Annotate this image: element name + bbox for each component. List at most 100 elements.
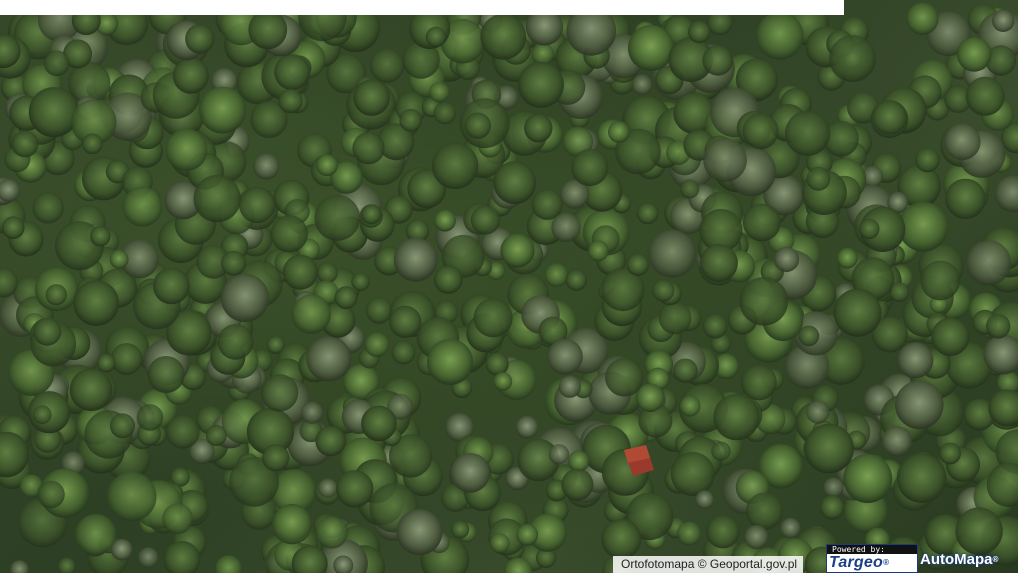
tree-crown <box>217 324 254 360</box>
tree-crown <box>96 353 116 373</box>
tree-crown <box>881 426 913 457</box>
tree-crown <box>364 332 390 358</box>
targeo-logo[interactable]: Targeo® <box>829 554 889 572</box>
tree-crown <box>773 246 800 272</box>
tree-crown <box>75 513 117 556</box>
tree-crown <box>568 450 590 472</box>
tree-crown <box>515 415 539 439</box>
map-viewport[interactable]: Ortofotomapa © Geoportal.gov.pl Powered … <box>0 0 1018 573</box>
tree-crown <box>185 24 215 54</box>
tree-crown <box>434 209 456 232</box>
tree-crown <box>895 380 944 430</box>
tree-crown <box>57 557 76 573</box>
tree-crown <box>820 495 845 520</box>
tree-crown <box>956 37 992 72</box>
tree-crown <box>165 128 208 171</box>
automapa-logo[interactable]: AutoMapa® <box>920 550 998 570</box>
tree-crown <box>122 186 163 227</box>
tree-crown <box>270 215 308 253</box>
tree-crown <box>829 35 876 82</box>
tree-crown <box>872 100 907 135</box>
tree-crown <box>451 520 470 539</box>
tree-crown <box>544 263 569 287</box>
tree-crown <box>464 112 491 139</box>
tree-crown <box>239 186 276 224</box>
tree-crown <box>314 195 361 241</box>
tree-crown <box>291 294 331 334</box>
tree-crown <box>945 178 986 219</box>
tree-crown <box>1 216 25 239</box>
tree-crown <box>69 368 113 412</box>
tree-crown <box>274 54 311 91</box>
tree-crown <box>742 203 781 242</box>
tree-crown <box>248 10 288 50</box>
brand-logos[interactable]: Powered by: Targeo® AutoMapa® <box>826 544 1018 573</box>
tree-crown <box>713 394 760 441</box>
tree-crown <box>473 298 513 338</box>
tree-crown <box>939 442 961 465</box>
tree-crown <box>658 301 692 335</box>
tree-crown <box>706 515 740 549</box>
tree-crown <box>480 13 527 60</box>
tree-crown <box>547 338 583 375</box>
tree-crown <box>45 284 67 306</box>
tree-crown <box>994 175 1018 212</box>
tree-crown <box>920 260 961 301</box>
top-bar <box>0 0 844 15</box>
tree-crown <box>608 121 630 143</box>
tree-crown <box>429 81 450 103</box>
tree-crown <box>221 250 246 276</box>
tree-crown <box>517 61 564 108</box>
tree-crown <box>162 503 193 534</box>
tree-crown <box>391 340 416 365</box>
tree-crown <box>804 423 854 474</box>
tree-crown <box>28 87 79 138</box>
tree-crown <box>33 317 62 346</box>
tree-crown <box>166 415 200 449</box>
tree-crown <box>739 277 789 326</box>
tree-crown <box>859 218 880 240</box>
tree-crown <box>551 212 581 243</box>
tree-crown <box>785 110 831 156</box>
tree-crown <box>215 555 242 573</box>
tree-crown <box>306 336 352 382</box>
tree-crown <box>670 452 715 496</box>
tree-crown <box>0 179 21 202</box>
tree-crown <box>699 244 738 282</box>
tree-crown <box>485 352 509 376</box>
tree-crown <box>399 108 423 132</box>
tree-crown <box>703 138 747 182</box>
tree-crown <box>823 477 844 498</box>
tree-crown <box>33 405 52 425</box>
tree-crown <box>352 132 385 165</box>
tree-crown <box>561 468 594 501</box>
tree-crown <box>278 88 303 114</box>
tree-crown <box>393 237 438 282</box>
tree-crown <box>199 86 246 134</box>
tree-crown <box>334 286 358 310</box>
tree-crown <box>680 179 700 199</box>
tree-crown <box>138 547 159 568</box>
tree-crown <box>836 247 858 269</box>
tree-crown <box>500 233 535 268</box>
tree-crown <box>493 372 513 391</box>
tree-crown <box>636 202 659 225</box>
tree-crown <box>147 356 185 393</box>
tree-crown <box>315 516 348 549</box>
tree-crown <box>741 364 777 401</box>
tree-crown <box>695 490 714 509</box>
tree-crown <box>136 404 164 431</box>
targeo-badge[interactable]: Powered by: Targeo® <box>826 544 918 573</box>
tree-crown <box>756 12 804 60</box>
tree-crown <box>260 374 299 412</box>
tree-crown <box>82 133 103 155</box>
tree-crown <box>679 395 701 417</box>
tree-crown <box>433 101 457 125</box>
tree-crown <box>433 265 463 294</box>
tree-crown <box>906 2 939 35</box>
tree-crown <box>361 204 382 225</box>
map-attribution: Ortofotomapa © Geoportal.gov.pl <box>613 556 804 573</box>
tree-crown <box>711 441 731 461</box>
tree-crown <box>11 130 39 158</box>
tree-crown <box>427 338 473 385</box>
